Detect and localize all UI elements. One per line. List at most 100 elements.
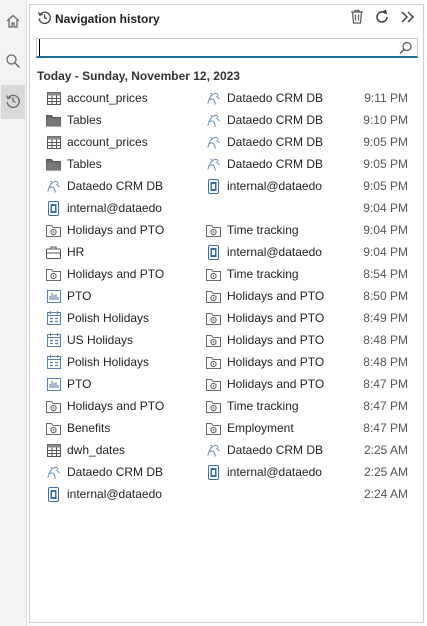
- history-item-label: internal@dataedo: [227, 245, 322, 259]
- history-item-label: Holidays and PTO: [227, 377, 325, 391]
- history-object-link[interactable]: Tables: [46, 109, 206, 131]
- history-item-label: dwh_dates: [67, 443, 126, 457]
- history-object-link[interactable]: Polish Holidays: [46, 351, 206, 373]
- history-parent-link[interactable]: Dataedo CRM DB: [206, 153, 356, 175]
- database-icon: [46, 465, 61, 480]
- history-item-label: Dataedo CRM DB: [227, 443, 324, 457]
- glossary-icon: [206, 267, 221, 282]
- history-item-label: Dataedo CRM DB: [227, 157, 324, 171]
- glossary-icon: [46, 267, 61, 282]
- history-parent-link[interactable]: Holidays and PTO: [206, 329, 356, 351]
- folder-icon: [46, 113, 61, 128]
- repository-icon: [46, 200, 61, 216]
- search-input[interactable]: [39, 39, 392, 56]
- search-button[interactable]: [1, 45, 25, 79]
- history-parent-link[interactable]: Dataedo CRM DB: [206, 87, 356, 109]
- history-parent-link[interactable]: Holidays and PTO: [206, 307, 356, 329]
- refresh-button[interactable]: [373, 9, 391, 27]
- calendar-icon: [46, 355, 61, 370]
- history-object-link[interactable]: Benefits: [46, 417, 206, 439]
- database-icon: [206, 443, 221, 458]
- search-icon: [5, 53, 21, 72]
- history-object-link[interactable]: PTO: [46, 373, 206, 395]
- history-icon: [5, 93, 21, 112]
- history-row: Polish Holidays Holidays and PTO 8:49 PM: [30, 307, 423, 329]
- history-object-link[interactable]: Holidays and PTO: [46, 219, 206, 241]
- glossary-icon: [46, 421, 61, 436]
- history-object-link[interactable]: Dataedo CRM DB: [46, 461, 206, 483]
- history-object-link[interactable]: HR: [46, 241, 206, 263]
- table-icon: [46, 91, 61, 106]
- history-time: 9:11 PM: [364, 91, 408, 105]
- panel-title: Navigation history: [55, 12, 160, 26]
- history-row: account_prices Dataedo CRM DB 9:05 PM: [30, 131, 423, 153]
- panel-header: Navigation history: [30, 5, 423, 33]
- folder-icon: [46, 157, 61, 172]
- glossary-icon: [206, 355, 221, 370]
- history-item-label: Holidays and PTO: [227, 289, 325, 303]
- history-parent-link[interactable]: Dataedo CRM DB: [206, 109, 356, 131]
- history-parent-link[interactable]: Holidays and PTO: [206, 373, 356, 395]
- history-parent-link[interactable]: Holidays and PTO: [206, 285, 356, 307]
- history-row: internal@dataedo 9:04 PM: [30, 197, 423, 219]
- history-time: 9:05 PM: [363, 179, 408, 193]
- history-parent-link[interactable]: Dataedo CRM DB: [206, 439, 356, 461]
- history-time: 8:49 PM: [363, 311, 408, 325]
- glossary-icon: [206, 333, 221, 348]
- history-time: 8:47 PM: [363, 377, 408, 391]
- history-time: 8:48 PM: [363, 333, 408, 347]
- history-parent-link[interactable]: Dataedo CRM DB: [206, 131, 356, 153]
- history-object-link[interactable]: PTO: [46, 285, 206, 307]
- history-item-label: Holidays and PTO: [227, 311, 325, 325]
- navigation-history-panel: Navigation history Today - Sunday, Novem…: [29, 4, 424, 623]
- repository-icon: [206, 464, 221, 480]
- history-parent-link[interactable]: Employment: [206, 417, 356, 439]
- history-row: US Holidays Holidays and PTO 8:48 PM: [30, 329, 423, 351]
- database-icon: [46, 179, 61, 194]
- home-button[interactable]: [1, 5, 25, 39]
- history-time: 9:05 PM: [363, 157, 408, 171]
- history-object-link[interactable]: Dataedo CRM DB: [46, 175, 206, 197]
- history-time: 8:47 PM: [363, 399, 408, 413]
- history-row: Tables Dataedo CRM DB 9:05 PM: [30, 153, 423, 175]
- history-object-link[interactable]: Holidays and PTO: [46, 263, 206, 285]
- history-parent-link[interactable]: Time tracking: [206, 395, 356, 417]
- history-object-link[interactable]: dwh_dates: [46, 439, 206, 461]
- history-parent-link[interactable]: internal@dataedo: [206, 175, 356, 197]
- history-object-link[interactable]: account_prices: [46, 131, 206, 153]
- date-heading: Today - Sunday, November 12, 2023: [37, 69, 240, 83]
- history-object-link[interactable]: account_prices: [46, 87, 206, 109]
- history-object-link[interactable]: internal@dataedo: [46, 483, 206, 505]
- history-object-link[interactable]: Polish Holidays: [46, 307, 206, 329]
- history-item-label: Dataedo CRM DB: [67, 179, 164, 193]
- history-time: 8:50 PM: [363, 289, 408, 303]
- search-icon[interactable]: [399, 41, 413, 58]
- history-time: 2:24 AM: [363, 487, 408, 501]
- history-parent-link[interactable]: Time tracking: [206, 219, 356, 241]
- database-icon: [206, 157, 221, 172]
- collapse-panel-button[interactable]: [399, 9, 417, 27]
- history-parent-link[interactable]: Time tracking: [206, 263, 356, 285]
- history-time: 2:25 AM: [363, 465, 408, 479]
- double-chevron-right-icon: [400, 10, 416, 27]
- table-icon: [46, 135, 61, 150]
- history-item-label: Time tracking: [227, 267, 299, 281]
- history-parent-link[interactable]: internal@dataedo: [206, 241, 356, 263]
- history-object-link[interactable]: Holidays and PTO: [46, 395, 206, 417]
- history-row: Benefits Employment 8:47 PM: [30, 417, 423, 439]
- history-item-label: Dataedo CRM DB: [227, 91, 324, 105]
- history-object-link[interactable]: Tables: [46, 153, 206, 175]
- history-object-link[interactable]: US Holidays: [46, 329, 206, 351]
- glossary-icon: [46, 399, 61, 414]
- history-button[interactable]: [1, 85, 25, 119]
- clear-history-button[interactable]: [348, 9, 366, 27]
- history-object-link[interactable]: internal@dataedo: [46, 197, 206, 219]
- history-parent-link[interactable]: internal@dataedo: [206, 461, 356, 483]
- database-icon: [206, 135, 221, 150]
- history-parent-link[interactable]: Holidays and PTO: [206, 351, 356, 373]
- history-item-label: Polish Holidays: [67, 311, 150, 325]
- repository-icon: [206, 178, 221, 194]
- history-item-label: Holidays and PTO: [67, 399, 165, 413]
- history-item-label: Tables: [67, 157, 102, 171]
- history-item-label: US Holidays: [67, 333, 134, 347]
